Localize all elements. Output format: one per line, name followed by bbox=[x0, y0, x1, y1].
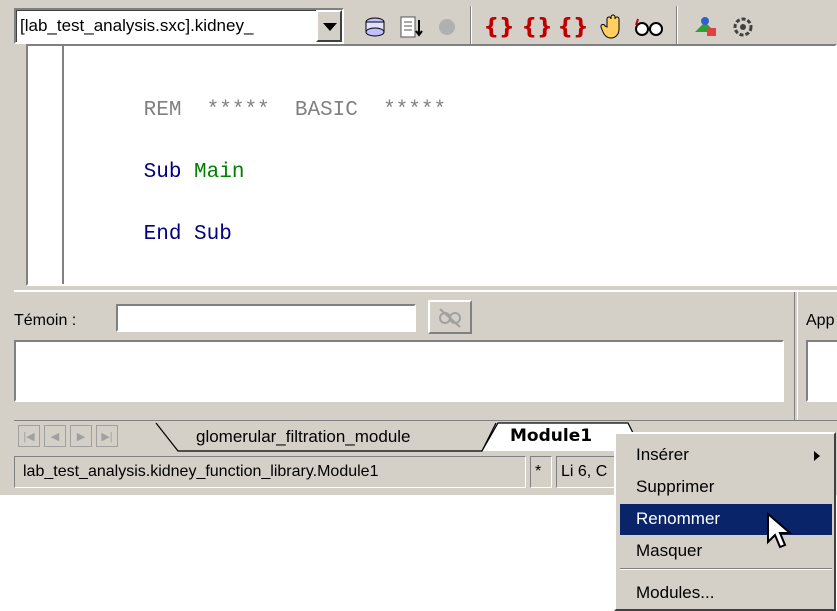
line-margin[interactable] bbox=[28, 46, 64, 284]
toolbar-separator bbox=[676, 6, 678, 46]
code-line-end-sub: End Sub bbox=[68, 200, 232, 269]
code-editor[interactable]: REM ***** BASIC ***** Sub Main End Sub bbox=[26, 44, 837, 286]
last-tab-icon[interactable]: ▶| bbox=[96, 425, 118, 447]
rem-comment: ***** BASIC ***** bbox=[181, 99, 447, 122]
code-line-rem: REM ***** BASIC ***** bbox=[68, 76, 446, 145]
calls-label: App bbox=[806, 312, 835, 329]
status-path: lab_test_analysis.kidney_function_librar… bbox=[23, 463, 379, 480]
mouse-cursor-icon bbox=[767, 512, 793, 549]
breakpoint-icon[interactable] bbox=[596, 10, 630, 44]
calls-list[interactable] bbox=[806, 340, 837, 402]
tab-label: glomerular_filtration_module bbox=[196, 427, 411, 446]
remove-watch-icon bbox=[439, 308, 461, 328]
toolbar-separator bbox=[470, 6, 472, 46]
rem-keyword: REM bbox=[143, 99, 182, 122]
settings-icon[interactable] bbox=[726, 10, 760, 44]
dropdown-arrow-icon[interactable] bbox=[316, 10, 342, 42]
status-modified: * bbox=[535, 463, 542, 480]
ide-window: [lab_test_analysis.sxc].kidney_ {} {} {} bbox=[0, 0, 837, 495]
submenu-arrow-icon bbox=[814, 451, 820, 461]
prev-tab-icon[interactable]: ◀ bbox=[44, 425, 66, 447]
catalog-icon[interactable] bbox=[688, 10, 722, 44]
watch-label: Témoin : bbox=[14, 312, 77, 329]
sub-name: Main bbox=[194, 161, 245, 184]
run-icon[interactable] bbox=[430, 10, 464, 44]
first-tab-icon[interactable]: |◀ bbox=[18, 425, 40, 447]
menu-item-label: Supprimer bbox=[636, 477, 715, 496]
menu-item-insert[interactable]: Insérer bbox=[620, 440, 832, 471]
menu-item-delete[interactable]: Supprimer bbox=[620, 472, 832, 503]
status-path-field: lab_test_analysis.kidney_function_librar… bbox=[14, 456, 526, 488]
watch-pane: Témoin : App bbox=[14, 290, 837, 422]
menu-item-label: Insérer bbox=[636, 445, 689, 464]
menu-item-hide[interactable]: Masquer bbox=[620, 536, 832, 567]
tab-glomerular-filtration-module[interactable]: glomerular_filtration_module bbox=[164, 423, 484, 451]
menu-separator bbox=[620, 568, 832, 570]
menu-item-modules[interactable]: Modules... bbox=[620, 578, 832, 609]
menu-item-label: Renommer bbox=[636, 509, 721, 528]
library-icon[interactable] bbox=[358, 10, 392, 44]
watch-input[interactable] bbox=[116, 304, 416, 332]
next-tab-icon[interactable]: ▶ bbox=[70, 425, 92, 447]
sub-keyword: Sub bbox=[143, 161, 182, 184]
library-select[interactable]: [lab_test_analysis.sxc].kidney_ bbox=[14, 8, 344, 44]
pane-divider[interactable] bbox=[794, 292, 798, 422]
watch-icon[interactable] bbox=[632, 10, 666, 44]
library-select-value: [lab_test_analysis.sxc].kidney_ bbox=[20, 16, 254, 35]
code-line-sub: Sub Main bbox=[68, 138, 245, 207]
end-sub-keyword: End Sub bbox=[143, 223, 232, 246]
compile-icon[interactable] bbox=[394, 10, 428, 44]
step-out-icon[interactable]: {} bbox=[556, 10, 590, 44]
step-into-icon[interactable]: {} bbox=[482, 10, 516, 44]
status-position: Li 6, C bbox=[561, 463, 608, 480]
remove-watch-button[interactable] bbox=[428, 300, 472, 334]
step-over-icon[interactable]: {} bbox=[520, 10, 554, 44]
tab-context-menu: Insérer Supprimer Renommer Masquer Modul… bbox=[614, 432, 836, 611]
status-modified-field: * bbox=[530, 456, 552, 488]
menu-item-label: Masquer bbox=[636, 541, 703, 560]
menu-item-label: Modules... bbox=[636, 583, 715, 602]
watch-list[interactable] bbox=[14, 340, 784, 402]
menu-item-rename[interactable]: Renommer bbox=[620, 504, 832, 535]
tab-label-active: Module1 bbox=[510, 426, 593, 446]
